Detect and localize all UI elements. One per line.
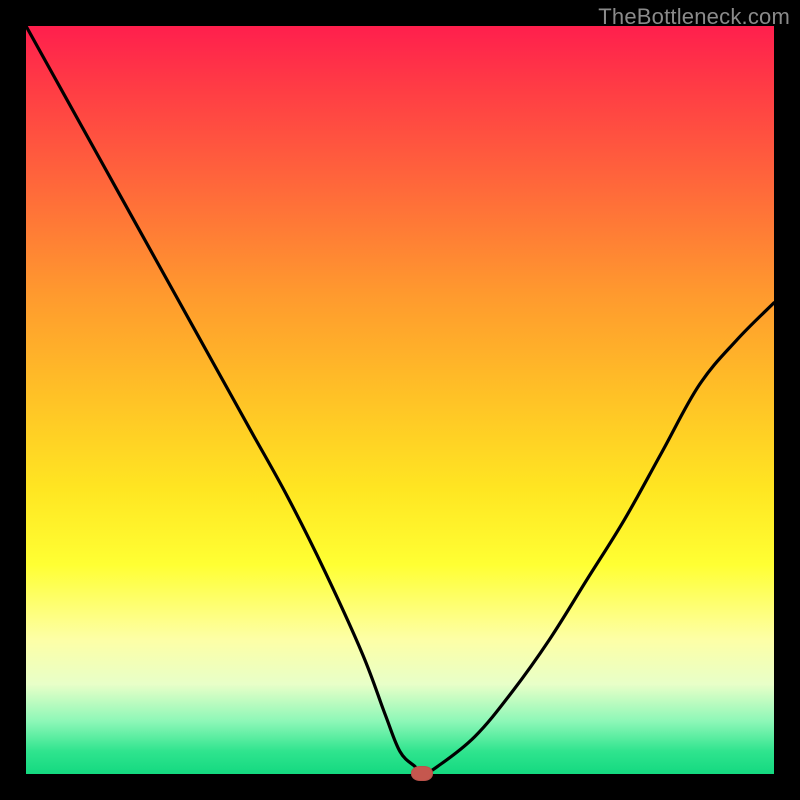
chart-frame: TheBottleneck.com	[0, 0, 800, 800]
chart-plot-area	[26, 26, 774, 774]
watermark-text: TheBottleneck.com	[598, 4, 790, 30]
optimal-point-marker	[411, 766, 433, 781]
bottleneck-curve	[26, 26, 774, 774]
